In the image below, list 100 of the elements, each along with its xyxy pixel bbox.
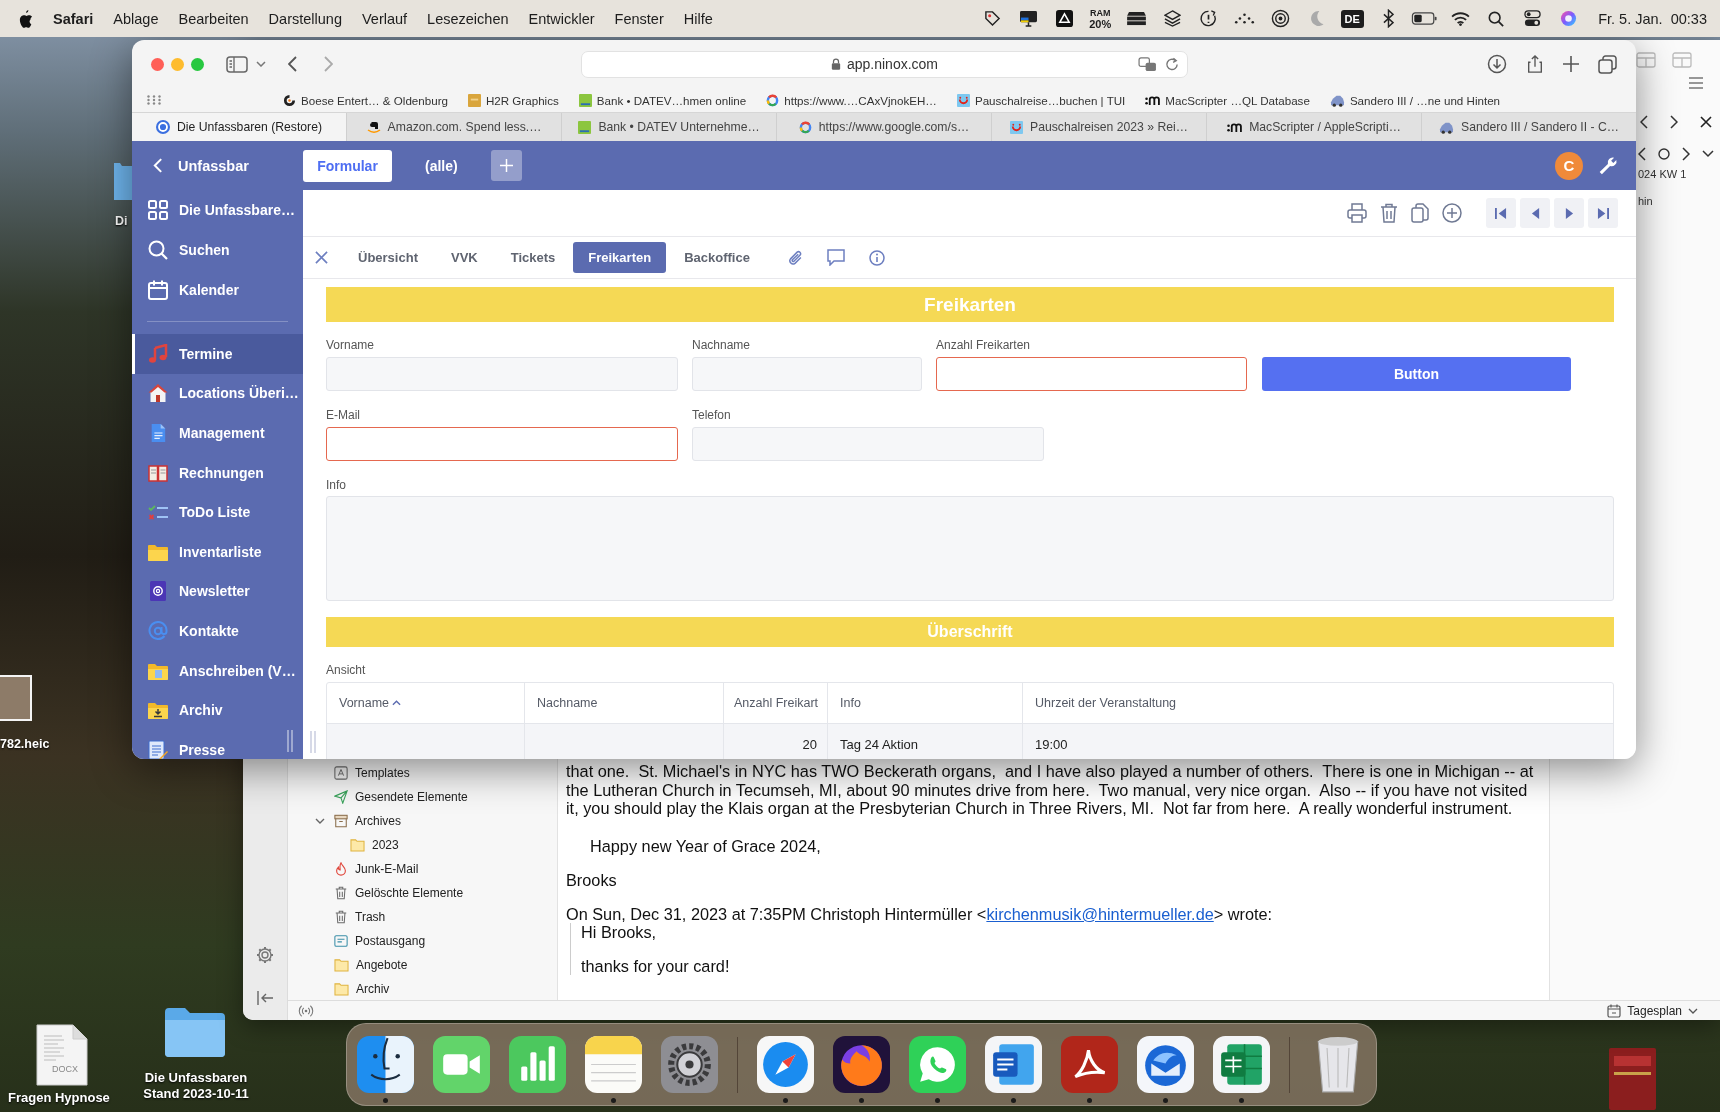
form-button[interactable]: Button: [1262, 357, 1571, 391]
chevron-right-icon[interactable]: [1670, 115, 1678, 129]
address-field[interactable]: app.ninox.com: [581, 50, 1188, 78]
sidebar-item[interactable]: Die Unfassbare…: [132, 190, 303, 230]
view-dropdown[interactable]: Tagesplan: [1607, 1003, 1698, 1018]
paperclip-icon[interactable]: [786, 249, 803, 266]
face-tile-icon[interactable]: [357, 1036, 414, 1093]
menu-item[interactable]: Entwickler: [528, 10, 595, 27]
next-record-button[interactable]: [1554, 198, 1584, 228]
chat-bubble-icon[interactable]: [909, 1036, 966, 1093]
sidebar-item[interactable]: ToDo Liste: [132, 492, 303, 532]
spreadsheet-tile-icon[interactable]: [1213, 1036, 1270, 1093]
triangle-icon[interactable]: [1055, 10, 1073, 27]
add-circle-icon[interactable]: [1442, 203, 1462, 223]
plus-icon[interactable]: [1563, 56, 1579, 72]
collapse-icon[interactable]: [256, 990, 274, 1006]
battery-icon[interactable]: [1410, 12, 1438, 25]
broadcast-icon[interactable]: [1270, 9, 1290, 28]
chevron-left-icon[interactable]: [1638, 147, 1646, 161]
sidebar-item[interactable]: Kalender: [132, 270, 303, 310]
input-field[interactable]: [326, 427, 678, 461]
folder-item[interactable]: Templates: [288, 761, 557, 785]
document-icon[interactable]: [36, 1024, 88, 1086]
circle-icon[interactable]: [1658, 148, 1670, 160]
sidebar-item[interactable]: Locations Überi…: [132, 373, 303, 414]
sidebar-item[interactable]: Presse: [132, 729, 303, 759]
view-tab[interactable]: (alle): [411, 149, 472, 182]
folder-icon[interactable]: [165, 1006, 225, 1057]
trash-icon[interactable]: [1380, 203, 1398, 223]
folder-item[interactable]: Gesendete Elemente: [288, 785, 557, 809]
bluetooth-icon[interactable]: [1382, 9, 1394, 28]
sidebar-item[interactable]: Kontakte: [132, 611, 303, 651]
menu-icon[interactable]: [1688, 77, 1704, 89]
resize-handle[interactable]: [310, 731, 316, 753]
reload-icon[interactable]: [1165, 57, 1179, 71]
gear-icon[interactable]: [661, 1036, 718, 1093]
swirl-tile-icon[interactable]: [1061, 1036, 1118, 1093]
record-tab[interactable]: Übersicht: [343, 242, 433, 273]
sidebar-item[interactable]: Management: [132, 413, 303, 453]
share-icon[interactable]: [1526, 54, 1544, 74]
copy-icon[interactable]: [1411, 203, 1429, 223]
folder-item[interactable]: Archiv: [288, 977, 557, 1000]
sidebar-item[interactable]: Termine: [132, 334, 303, 374]
search-icon[interactable]: [1488, 10, 1505, 27]
browser-tab[interactable]: Die Unfassbaren (Restore): [132, 113, 346, 141]
video-camera-icon[interactable]: [433, 1036, 490, 1093]
sidebar-item[interactable]: Anschreiben (V…: [132, 650, 303, 691]
dots-icon[interactable]: [1233, 13, 1255, 24]
previous-record-button[interactable]: [1520, 198, 1550, 228]
chevron-down-icon[interactable]: [1702, 150, 1714, 158]
bookmark[interactable]: Pauschalreise…buchen | TUI: [956, 93, 1126, 107]
download-icon[interactable]: [1487, 54, 1507, 74]
menu-item[interactable]: Fenster: [614, 10, 664, 27]
sort-caret-icon[interactable]: [392, 700, 402, 706]
folder-item[interactable]: Trash: [288, 905, 557, 929]
bird-globe-icon[interactable]: [1137, 1036, 1194, 1093]
book-cover-icon[interactable]: [1609, 1048, 1656, 1110]
apple-icon[interactable]: [18, 9, 33, 28]
folder-item[interactable]: Archives: [288, 809, 557, 833]
ram-label[interactable]: RAM: [1089, 7, 1111, 18]
ram-value[interactable]: 20%: [1089, 17, 1112, 30]
document-tile-icon[interactable]: [985, 1036, 1042, 1093]
clock-alert-icon[interactable]: [1199, 10, 1217, 27]
translate-icon[interactable]: [1138, 56, 1157, 72]
menu-item[interactable]: Ablage: [113, 10, 159, 27]
monitor-icon[interactable]: [1018, 10, 1038, 27]
bookmark[interactable]: Boese Entert… & Oldenburg: [283, 93, 448, 107]
menu-item[interactable]: Darstellung: [268, 10, 342, 27]
sidebar-item[interactable]: Rechnungen: [132, 452, 303, 493]
sidebar-item[interactable]: Newsletter: [132, 571, 303, 612]
record-tab[interactable]: Tickets: [495, 242, 571, 273]
app-menu[interactable]: Safari: [53, 10, 94, 27]
view-tab[interactable]: Formular: [303, 149, 392, 182]
photo-placeholder[interactable]: [0, 675, 32, 721]
printer-icon[interactable]: [1347, 203, 1367, 223]
sidebar-item[interactable]: Suchen: [132, 230, 303, 270]
layers-icon[interactable]: [1163, 10, 1181, 27]
notepad-icon[interactable]: [585, 1036, 642, 1093]
folder-item[interactable]: Angebote: [288, 953, 557, 977]
wrench-icon[interactable]: [1598, 155, 1618, 176]
folder-item[interactable]: Gelöschte Elemente: [288, 881, 557, 905]
trash-icon[interactable]: [1315, 1036, 1360, 1093]
comment-icon[interactable]: [826, 249, 845, 266]
folder-item[interactable]: 2023: [288, 833, 557, 857]
wifi-icon[interactable]: [1450, 11, 1470, 26]
sidebar-item[interactable]: Inventarliste: [132, 531, 303, 572]
add-view-button[interactable]: [490, 150, 522, 181]
menu-item[interactable]: Verlauf: [361, 10, 408, 27]
bookmark[interactable]: H2R Graphics: [467, 93, 559, 107]
chevron-right-icon[interactable]: [1682, 147, 1690, 161]
grid-icon[interactable]: [147, 95, 161, 105]
orb-icon[interactable]: [1559, 10, 1577, 27]
flame-globe-icon[interactable]: [833, 1036, 890, 1093]
folder-item[interactable]: Junk-E-Mail: [288, 857, 557, 881]
chevron-icon[interactable]: [315, 816, 325, 826]
compass-icon[interactable]: [757, 1036, 814, 1093]
input-source-indicator[interactable]: DE: [1340, 9, 1364, 28]
back-icon[interactable]: [288, 56, 297, 72]
record-tab[interactable]: VVK: [435, 242, 493, 273]
folder-item[interactable]: Postausgang: [288, 929, 557, 953]
